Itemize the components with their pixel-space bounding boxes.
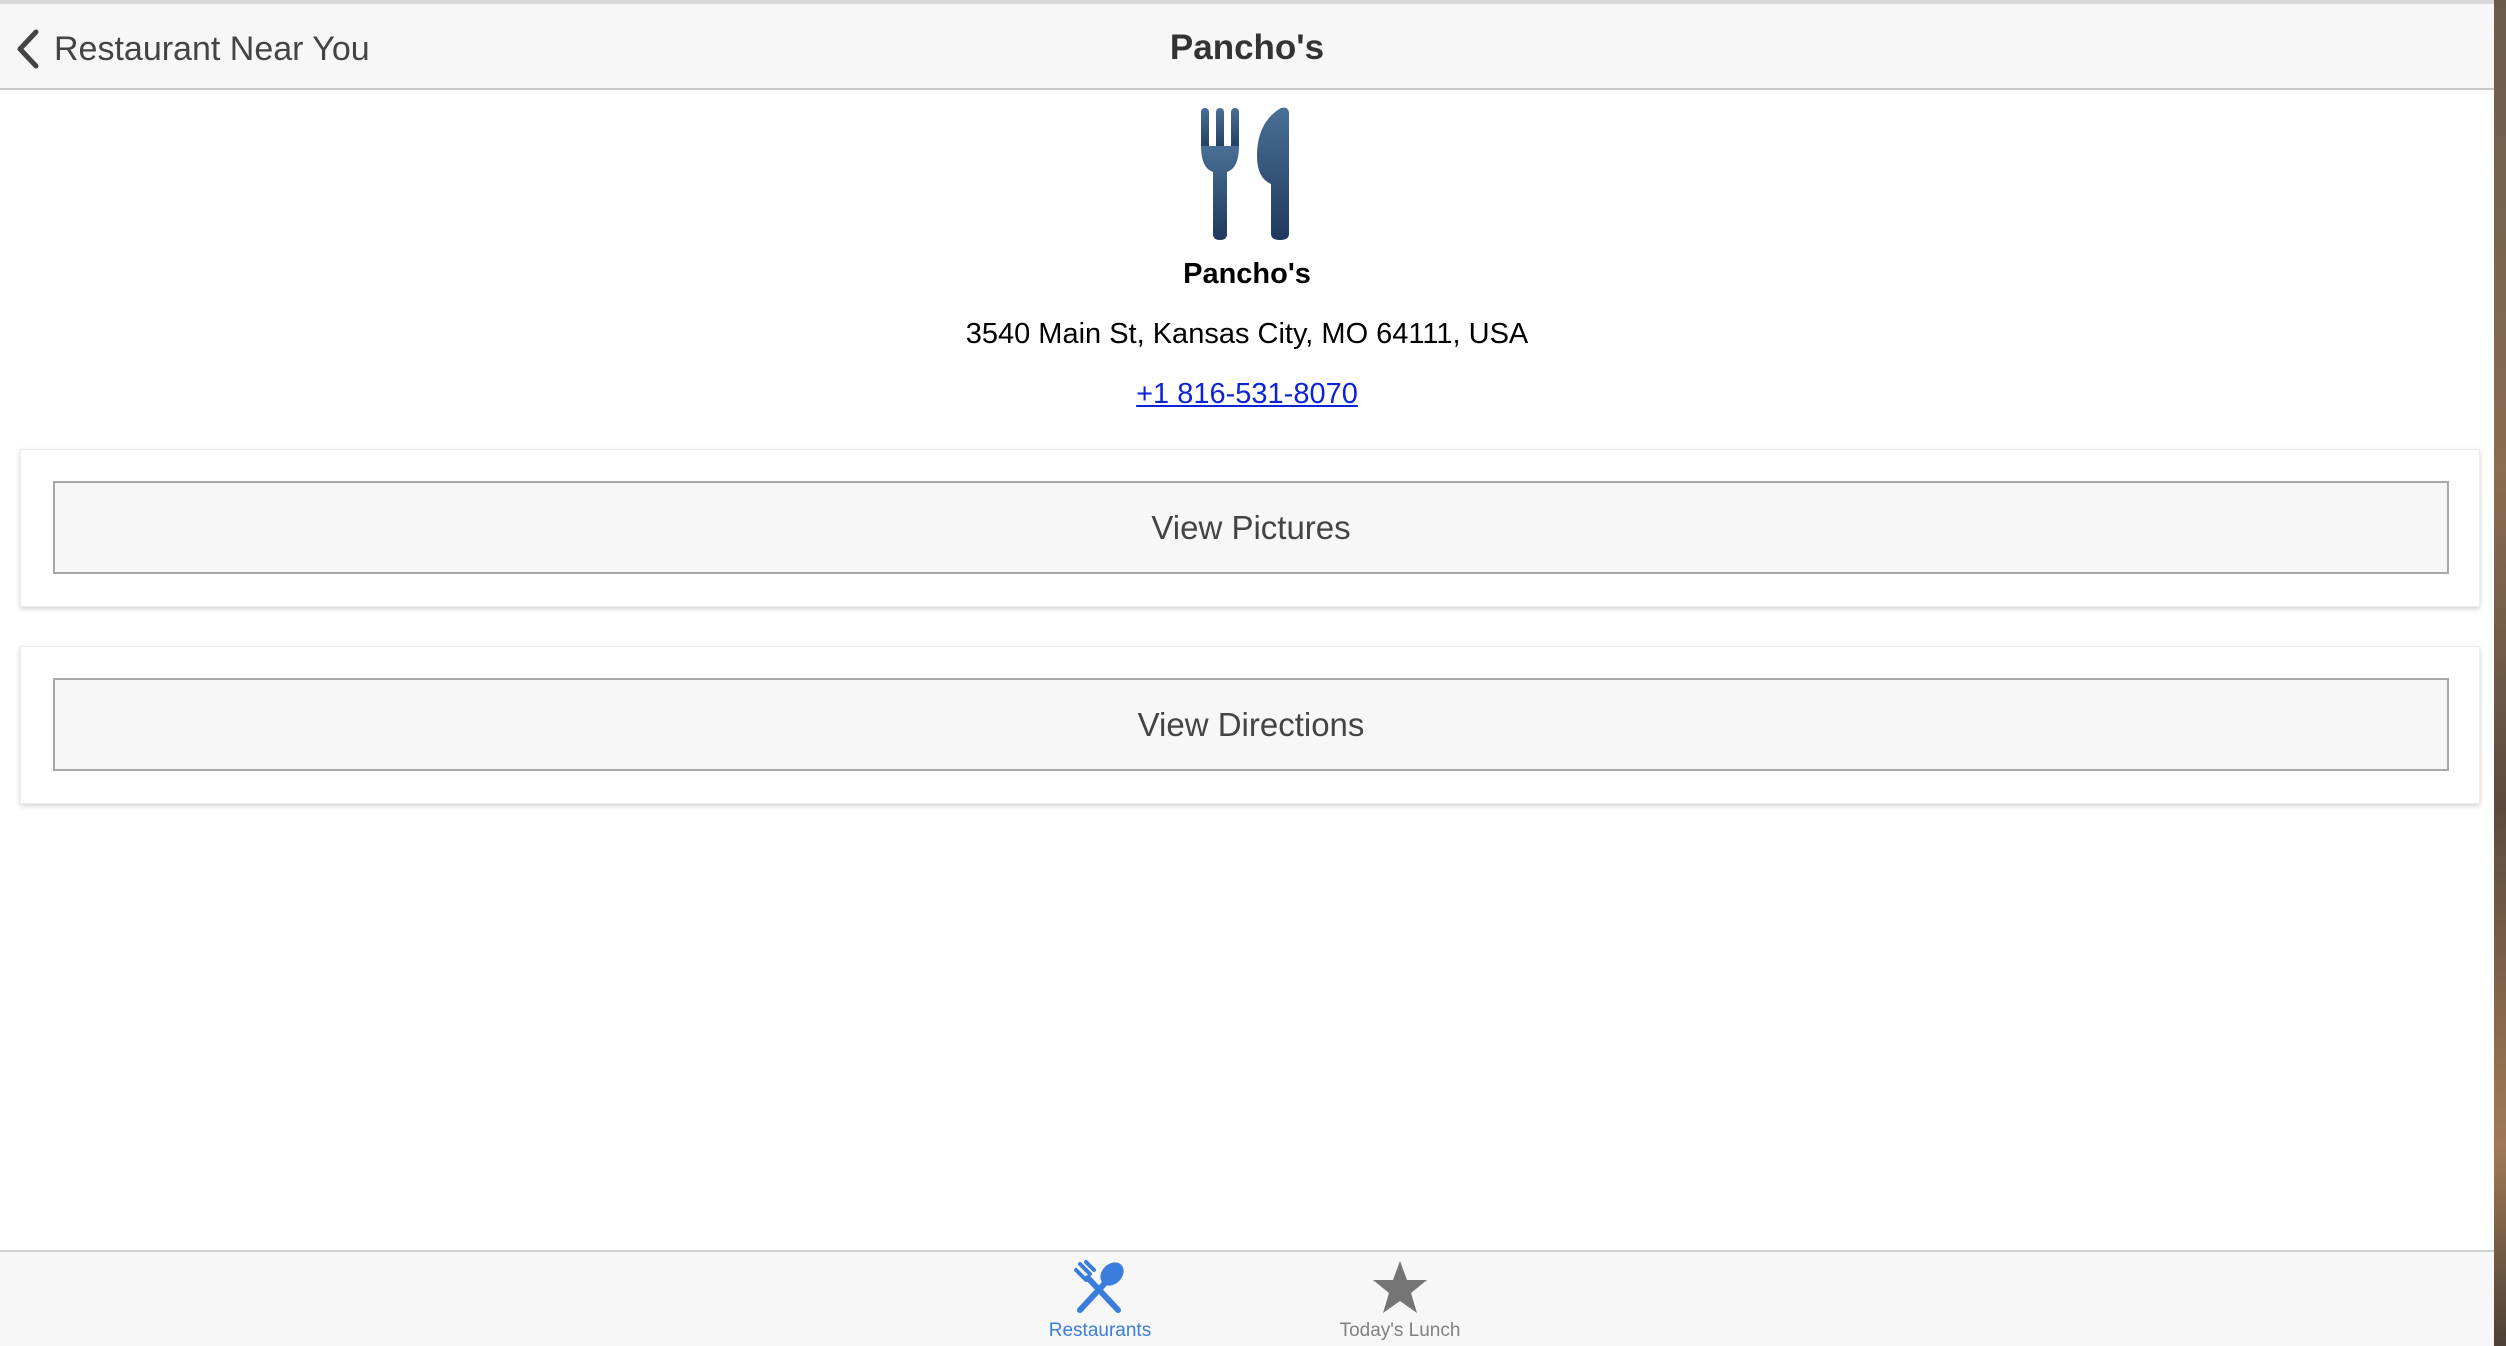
directions-card: View Directions: [20, 646, 2480, 804]
tab-restaurants-label: Restaurants: [1048, 1320, 1152, 1341]
tab-todays-lunch-label: Today's Lunch: [1339, 1320, 1461, 1341]
tab-todays-lunch[interactable]: Today's Lunch: [1300, 1258, 1500, 1346]
tab-bar: Restaurants Today's Lunch: [0, 1250, 2494, 1346]
fork-and-knife-icon: [1201, 107, 1289, 240]
desktop-background: [2494, 0, 2506, 1346]
view-directions-button[interactable]: View Directions: [53, 678, 2449, 771]
pictures-card: View Pictures: [20, 449, 2480, 607]
restaurant-detail: Pancho's 3540 Main St, Kansas City, MO 6…: [0, 106, 2494, 412]
tab-restaurants[interactable]: Restaurants: [1000, 1258, 1200, 1346]
star-icon: [1373, 1261, 1427, 1313]
navigation-bar: Restaurant Near You Pancho's: [0, 0, 2494, 90]
view-pictures-button[interactable]: View Pictures: [53, 481, 2449, 574]
restaurant-address: 3540 Main St, Kansas City, MO 64111, USA: [965, 318, 1529, 350]
restaurant-name: Pancho's: [1183, 258, 1311, 290]
phone-link[interactable]: +1 816-531-8070: [1136, 376, 1358, 412]
app-window: Restaurant Near You Pancho's Pancho's 35…: [0, 0, 2494, 1346]
screen: Restaurant Near You Pancho's Pancho's 35…: [0, 0, 2506, 1346]
page-title: Pancho's: [1169, 28, 1325, 67]
utensils-cross-icon: [1074, 1260, 1124, 1313]
